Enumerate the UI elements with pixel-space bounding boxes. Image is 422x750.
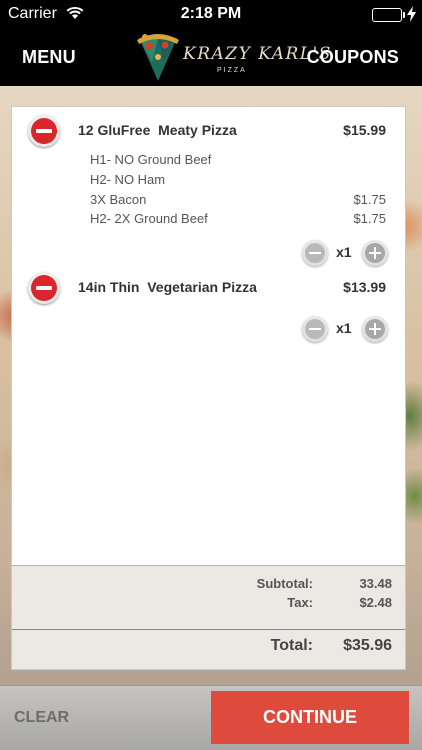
subtotal-value: 33.48	[359, 576, 392, 591]
item-name: 12 GluFree Meaty Pizza	[78, 122, 237, 138]
modifier-price: $1.75	[353, 211, 386, 226]
cart-card: 12 GluFree Meaty Pizza $15.99 H1- NO Gro…	[11, 106, 406, 670]
quantity-value: x1	[336, 244, 352, 260]
battery-tip	[403, 12, 405, 18]
continue-button[interactable]: CONTINUE	[211, 691, 409, 744]
modifier-price: $1.75	[353, 192, 386, 207]
minus-icon	[305, 243, 325, 263]
total-value: $35.96	[343, 637, 392, 654]
remove-icon	[31, 275, 57, 301]
item-name: 14in Thin Vegetarian Pizza	[78, 279, 257, 295]
plus-icon	[365, 243, 385, 263]
minus-icon	[305, 319, 325, 339]
pizza-slice-logo-icon	[137, 34, 179, 81]
tax-value: $2.48	[359, 595, 392, 610]
subtotal-label: Subtotal:	[256, 576, 313, 591]
tax-label: Tax:	[287, 595, 313, 610]
increase-quantity-button[interactable]	[362, 316, 388, 342]
modifier-row: H1- NO Ground Beef	[90, 152, 386, 170]
item-price: $13.99	[343, 279, 386, 295]
remove-item-button[interactable]	[28, 272, 60, 304]
krazy-karls-logo: KRAZY KARL'S PIZZA	[135, 32, 330, 84]
remove-item-button[interactable]	[28, 115, 60, 147]
summary-divider	[12, 629, 405, 630]
modifier-row: H2- 2X Ground Beef $1.75	[90, 211, 386, 229]
battery-icon	[372, 8, 402, 22]
increase-quantity-button[interactable]	[362, 240, 388, 266]
order-summary: Subtotal: 33.48 Tax: $2.48 Total: $35.96	[12, 565, 405, 669]
coupons-button[interactable]: COUPONS	[307, 47, 399, 68]
plus-icon	[365, 319, 385, 339]
status-bar: Carrier 2:18 PM	[0, 0, 422, 30]
modifier-row: H2- NO Ham	[90, 172, 386, 190]
modifier-name: 3X Bacon	[90, 192, 147, 207]
menu-button[interactable]: MENU	[22, 47, 76, 68]
clock: 2:18 PM	[180, 5, 242, 22]
item-price: $15.99	[343, 122, 386, 138]
decrease-quantity-button[interactable]	[302, 240, 328, 266]
decrease-quantity-button[interactable]	[302, 316, 328, 342]
footer-bar: CLEAR CONTINUE	[0, 685, 422, 750]
modifier-name: H1- NO Ground Beef	[90, 152, 212, 167]
logo-sub-text: PIZZA	[217, 67, 247, 74]
modifier-name: H2- 2X Ground Beef	[90, 211, 208, 226]
remove-icon	[31, 118, 57, 144]
charging-bolt-icon	[407, 6, 416, 27]
modifier-name: H2- NO Ham	[90, 172, 166, 187]
total-label: Total:	[270, 637, 313, 654]
nav-bar: MENU KRAZY KARL'S PIZZA COUPONS	[0, 30, 422, 86]
modifier-row: 3X Bacon $1.75	[90, 192, 386, 210]
clear-button[interactable]: CLEAR	[14, 709, 69, 727]
quantity-value: x1	[336, 320, 352, 336]
